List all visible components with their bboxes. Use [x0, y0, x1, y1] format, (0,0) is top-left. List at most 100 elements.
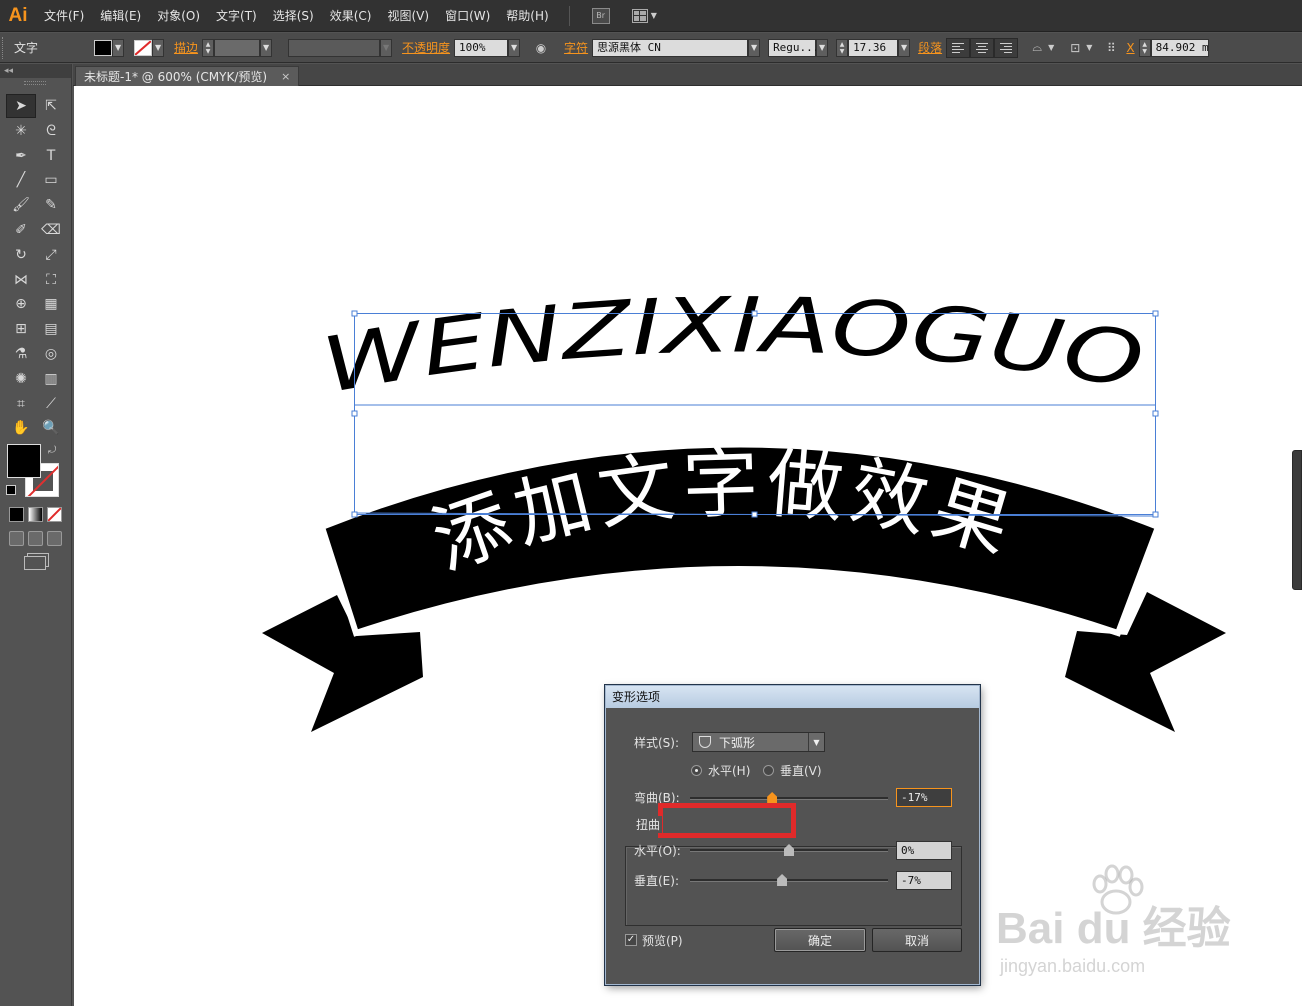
font-family-field[interactable]: 思源黑体 CN — [592, 38, 749, 57]
no-stroke-swatch — [134, 39, 153, 56]
stroke-weight-spinner[interactable]: ▲ ▼ — [202, 38, 215, 57]
column-graph-tool-icon[interactable]: ▥ — [36, 367, 66, 391]
workspace-switcher[interactable]: ▼ — [631, 8, 657, 23]
document-tab[interactable]: 未标题-1* @ 600% (CMYK/预览) × — [75, 66, 300, 86]
panel-grip[interactable] — [24, 81, 46, 85]
warp-style-dropdown[interactable]: 下弧形 ▼ — [692, 732, 825, 752]
vertical-radio[interactable] — [763, 765, 774, 776]
menu-edit[interactable]: 编辑(E) — [92, 7, 149, 24]
menu-type[interactable]: 文字(T) — [208, 7, 265, 24]
type-tool-icon[interactable]: T — [36, 144, 66, 168]
reference-point-icon[interactable]: ⠿ — [1100, 38, 1122, 58]
recolor-icon[interactable]: ◉ — [530, 38, 552, 58]
pencil-tool-icon[interactable]: ✎ — [36, 193, 66, 217]
horizontal-radio-label[interactable]: 水平(H) — [708, 762, 750, 779]
none-mode-icon[interactable] — [47, 507, 62, 522]
hand-tool-icon[interactable]: ✋ — [6, 416, 36, 440]
mesh-tool-icon[interactable]: ⊞ — [6, 317, 36, 341]
chevron-down-icon[interactable]: ▼ — [816, 38, 829, 57]
draw-behind-icon[interactable] — [28, 531, 43, 546]
x-coordinate-label[interactable]: X — [1126, 41, 1134, 55]
slice-tool-icon[interactable]: ⟋ — [36, 392, 66, 416]
symbol-sprayer-tool-icon[interactable]: ✺ — [6, 367, 36, 391]
gradient-tool-icon[interactable]: ▤ — [36, 317, 66, 341]
fill-color-dropdown[interactable]: ▼ — [94, 38, 125, 57]
align-right-button[interactable] — [994, 37, 1019, 58]
distortion-horizontal-field[interactable]: 0% — [896, 841, 952, 860]
font-style-field[interactable]: Regu... — [768, 38, 819, 57]
paintbrush-tool-icon[interactable]: 🖌 — [6, 193, 36, 217]
shape-builder-tool-icon[interactable]: ⊕ — [6, 292, 36, 316]
isolate-icon[interactable]: ⊡ — [1064, 38, 1086, 58]
chevron-down-icon[interactable]: ▼ — [508, 38, 521, 57]
preview-label[interactable]: 预览(P) — [642, 932, 683, 949]
warp-text-icon[interactable]: ⌓ — [1026, 38, 1048, 58]
stroke-weight-field[interactable] — [214, 38, 261, 57]
lasso-tool-icon[interactable]: ᘓ — [36, 119, 66, 143]
font-size-spinner[interactable]: ▲ ▼ — [836, 38, 849, 57]
preview-checkbox[interactable]: ✓ — [625, 934, 637, 946]
scale-tool-icon[interactable]: ⤢ — [36, 243, 66, 267]
align-center-button[interactable] — [970, 37, 995, 58]
artboard-tool-icon[interactable]: ⌗ — [6, 392, 36, 416]
distortion-vertical-field[interactable]: -7% — [896, 871, 952, 890]
chevron-down-icon[interactable]: ▼ — [898, 38, 911, 57]
zoom-tool-icon[interactable]: 🔍 — [36, 416, 66, 440]
paragraph-label[interactable]: 段落 — [918, 39, 942, 56]
cancel-button[interactable]: 取消 — [872, 928, 962, 952]
blob-brush-tool-icon[interactable]: ✐ — [6, 218, 36, 242]
draw-normal-icon[interactable] — [9, 531, 24, 546]
font-size-field[interactable]: 17.36 — [848, 38, 899, 57]
close-icon[interactable]: × — [281, 70, 290, 83]
default-colors-icon[interactable] — [6, 485, 16, 495]
align-left-button[interactable] — [946, 37, 971, 58]
line-tool-icon[interactable]: ╱ — [6, 168, 36, 192]
screen-mode-icon[interactable] — [24, 556, 46, 570]
gradient-mode-icon[interactable] — [28, 507, 43, 522]
panel-collapse-icon[interactable]: ◂◂ — [0, 64, 71, 78]
stroke-label[interactable]: 描边 — [174, 39, 198, 56]
menu-effect[interactable]: 效果(C) — [322, 7, 380, 24]
panel-grip[interactable] — [2, 36, 8, 59]
menu-view[interactable]: 视图(V) — [379, 7, 437, 24]
menu-object[interactable]: 对象(O) — [149, 7, 208, 24]
bend-value-field[interactable]: -17% — [896, 788, 952, 807]
selection-tool-icon[interactable]: ➤ — [6, 94, 36, 118]
ok-button[interactable]: 确定 — [774, 928, 866, 952]
eyedropper-tool-icon[interactable]: ⚗ — [6, 342, 36, 366]
menu-select[interactable]: 选择(S) — [265, 7, 322, 24]
collapsed-panel-dock[interactable] — [1292, 450, 1302, 590]
perspective-grid-tool-icon[interactable]: ▦ — [36, 292, 66, 316]
swap-colors-icon[interactable]: ⤾ — [48, 445, 56, 456]
draw-inside-icon[interactable] — [47, 531, 62, 546]
menu-window[interactable]: 窗口(W) — [437, 7, 498, 24]
x-coordinate-field[interactable]: 84.902 m — [1150, 38, 1209, 57]
bridge-button[interactable]: Br — [591, 7, 610, 24]
chevron-down-icon[interactable]: ▼ — [260, 38, 273, 57]
fill-color-box[interactable] — [7, 444, 41, 478]
variable-width-dropdown[interactable] — [288, 38, 381, 57]
opacity-field[interactable]: 100% — [454, 38, 509, 57]
rotate-tool-icon[interactable]: ↻ — [6, 243, 36, 267]
eraser-tool-icon[interactable]: ⌫ — [36, 218, 66, 242]
color-mode-icon[interactable] — [9, 507, 24, 522]
menu-file[interactable]: 文件(F) — [36, 7, 92, 24]
direct-selection-tool-icon[interactable]: ⇱ — [36, 94, 66, 118]
horizontal-radio[interactable] — [691, 765, 702, 776]
stroke-color-dropdown[interactable]: ▼ — [134, 38, 165, 57]
menu-help[interactable]: 帮助(H) — [498, 7, 556, 24]
width-tool-icon[interactable]: ⋈ — [6, 268, 36, 292]
vertical-radio-label[interactable]: 垂直(V) — [780, 762, 822, 779]
x-spinner[interactable]: ▲ ▼ — [1138, 38, 1151, 57]
distortion-vertical-label: 垂直(E): — [634, 874, 679, 888]
pen-tool-icon[interactable]: ✒ — [6, 144, 36, 168]
rectangle-tool-icon[interactable]: ▭ — [36, 168, 66, 192]
blend-tool-icon[interactable]: ◎ — [36, 342, 66, 366]
chevron-down-icon[interactable]: ▼ — [748, 38, 761, 57]
free-transform-tool-icon[interactable]: ⛶ — [36, 268, 66, 292]
bend-slider-track[interactable] — [690, 797, 888, 800]
distortion-vertical-track[interactable] — [690, 879, 888, 882]
opacity-label[interactable]: 不透明度 — [402, 39, 450, 56]
character-label[interactable]: 字符 — [564, 39, 588, 56]
magic-wand-tool-icon[interactable]: ✳ — [6, 119, 36, 143]
